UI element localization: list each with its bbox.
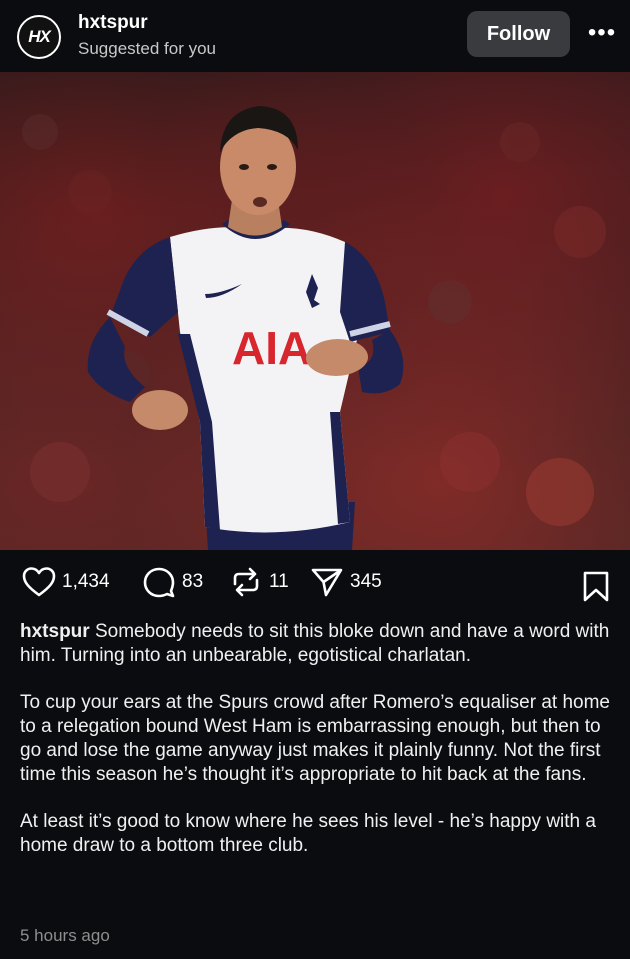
heart-icon	[22, 567, 56, 597]
caption-paragraph: hxtspur Somebody needs to sit this bloke…	[20, 620, 612, 668]
more-options-icon[interactable]: •••	[584, 18, 620, 48]
action-bar: 1,434 83 11 345	[0, 560, 630, 610]
author-username[interactable]: hxtspur	[78, 12, 148, 34]
caption-username[interactable]: hxtspur	[20, 621, 90, 642]
post-header: HX hxtspur Suggested for you Follow •••	[0, 0, 630, 72]
share-count: 345	[350, 571, 382, 592]
bookmark-button[interactable]	[581, 570, 611, 607]
follow-button[interactable]: Follow	[467, 11, 570, 57]
comment-icon	[143, 567, 175, 598]
repost-icon	[233, 567, 259, 597]
shirt-sponsor-text: AIA	[232, 322, 311, 374]
comment-count: 83	[182, 571, 204, 592]
player-photo: AIA	[22, 106, 606, 550]
post-caption: hxtspur Somebody needs to sit this bloke…	[20, 620, 612, 881]
comment-button[interactable]: 83	[142, 566, 203, 598]
post-image[interactable]: AIA	[0, 72, 630, 550]
bookmark-icon	[583, 571, 609, 602]
share-button[interactable]: 345	[310, 566, 382, 598]
caption-text-2: To cup your ears at the Spurs crowd afte…	[20, 692, 610, 785]
repost-count: 11	[269, 571, 289, 592]
like-count: 1,434	[62, 571, 110, 592]
share-icon	[311, 568, 343, 597]
caption-text-1: Somebody needs to sit this bloke down an…	[20, 621, 610, 666]
post-timestamp: 5 hours ago	[20, 926, 110, 945]
like-button[interactable]: 1,434	[22, 566, 110, 598]
author-avatar[interactable]: HX	[17, 15, 61, 59]
suggested-label: Suggested for you	[78, 39, 216, 58]
caption-text-3: At least it’s good to know where he sees…	[20, 811, 596, 856]
repost-button[interactable]: 11	[229, 566, 289, 598]
